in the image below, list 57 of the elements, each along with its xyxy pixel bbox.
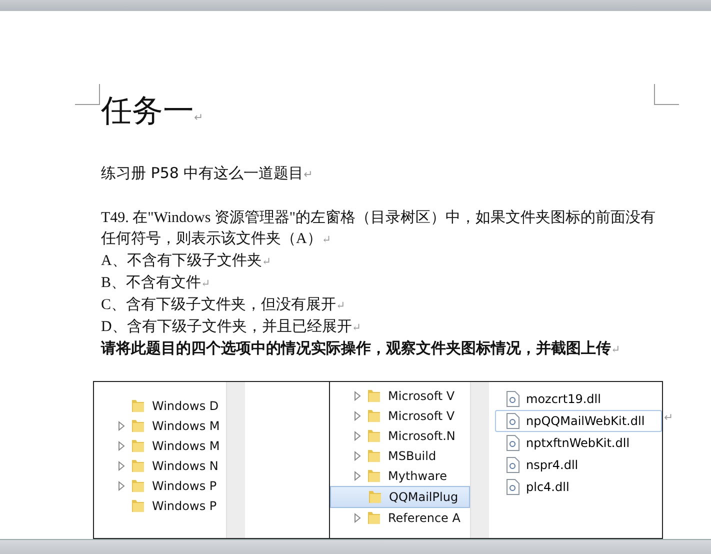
- file-icon: [506, 479, 520, 495]
- instruction-text: 请将此题目的四个选项中的情况实际操作，观察文件夹图标情况，并截图上传: [101, 341, 611, 357]
- intro-text: 练习册 P58 中有这么一道题目: [101, 164, 304, 182]
- folder-tree-item[interactable]: Microsoft.N: [330, 426, 470, 446]
- file-icon: [506, 391, 520, 407]
- answer-option: D、含有下级子文件夹，并且已经展开: [101, 319, 352, 335]
- folder-tree-item[interactable]: Windows P: [94, 476, 226, 496]
- folder-tree-item[interactable]: MSBuild: [330, 446, 470, 466]
- folder-icon: [130, 478, 146, 494]
- file-item[interactable]: mozcrt19.dll: [495, 388, 662, 410]
- folder-icon: [130, 398, 146, 414]
- answer-option: B、不含有文件: [101, 275, 202, 291]
- folder-icon: [367, 489, 383, 505]
- paragraph-mark: ↵: [262, 256, 272, 268]
- document-title: 任务一: [101, 93, 194, 129]
- folder-icon: [130, 498, 146, 514]
- file-icon: [506, 413, 520, 429]
- folder-tree-item[interactable]: Mythware: [330, 466, 470, 486]
- paragraph-mark: ↵: [611, 344, 620, 356]
- file-item[interactable]: npQQMailWebKit.dll: [495, 410, 662, 432]
- folder-icon: [366, 388, 382, 404]
- folder-tree-item[interactable]: Windows M: [94, 416, 226, 436]
- folder-tree-item[interactable]: Windows P: [94, 496, 226, 516]
- folder-icon: [130, 438, 146, 454]
- folder-icon: [366, 448, 382, 464]
- folder-tree-item[interactable]: Windows M: [94, 436, 226, 456]
- folder-icon: [130, 458, 146, 474]
- file-item[interactable]: plc4.dll: [495, 476, 662, 498]
- answer-option: A、不含有下级子文件夹: [101, 253, 262, 269]
- paragraph-mark: ↵: [664, 411, 673, 424]
- paragraph-mark: ↵: [352, 322, 362, 334]
- paragraph-mark: ↵: [194, 111, 204, 124]
- folder-tree-item[interactable]: Microsoft V: [330, 386, 470, 406]
- paragraph-mark: ↵: [336, 300, 346, 312]
- folder-icon: [366, 510, 382, 526]
- folder-icon: [130, 418, 146, 434]
- folder-tree-item[interactable]: Windows D: [94, 396, 226, 416]
- paragraph-mark: ↵: [201, 278, 210, 290]
- answer-option: C、含有下级子文件夹，但没有展开: [101, 297, 336, 313]
- folder-icon: [366, 468, 382, 484]
- folder-tree-item[interactable]: Microsoft V: [330, 406, 470, 426]
- paragraph-mark: ↵: [304, 168, 313, 181]
- folder-icon: [366, 428, 382, 444]
- file-item[interactable]: nptxftnWebKit.dll: [495, 432, 662, 454]
- expand-arrow-icon[interactable]: [354, 513, 362, 523]
- scrollbar[interactable]: [226, 382, 245, 538]
- question-text: T49. 在"Windows 资源管理器"的左窗格（目录树区）中，如果文件夹图标的前面没有任何符号，则表示该文件夹（A）↵: [101, 210, 656, 247]
- file-icon: [506, 457, 520, 473]
- folder-tree-item[interactable]: Reference A: [330, 508, 470, 528]
- margin-corner-mark: [654, 84, 679, 105]
- folder-tree-item[interactable]: Windows N: [94, 456, 226, 476]
- folder-tree-item[interactable]: QQMailPlug: [330, 486, 470, 508]
- file-icon: [506, 435, 520, 451]
- margin-corner-mark: [75, 84, 100, 105]
- scrollbar[interactable]: [470, 382, 489, 538]
- file-item[interactable]: nspr4.dll: [495, 454, 662, 476]
- folder-icon: [366, 408, 382, 424]
